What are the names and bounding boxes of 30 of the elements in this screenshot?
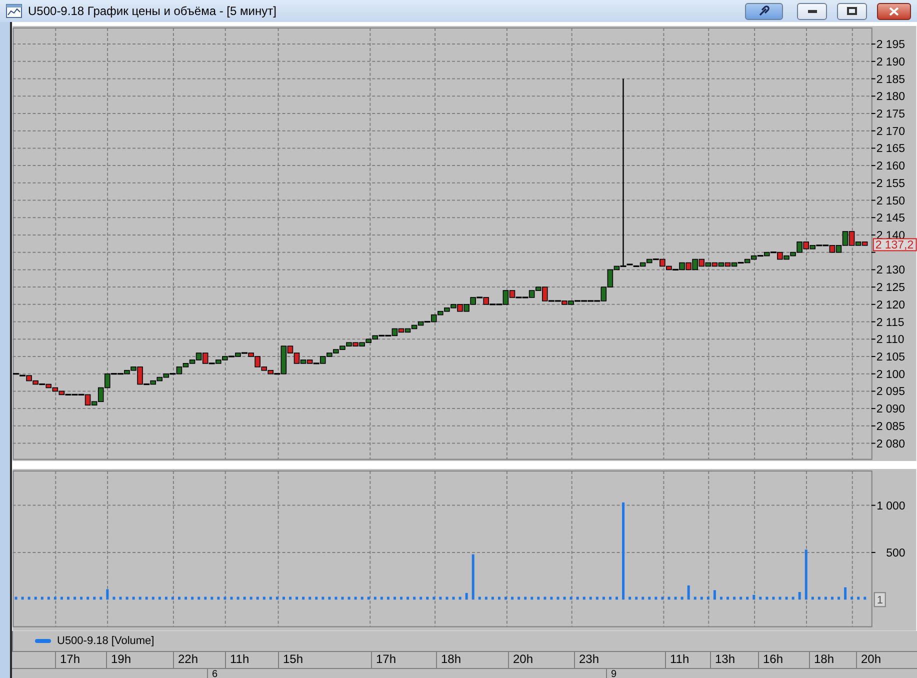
axis-label: 2 165	[876, 143, 906, 156]
axis-label: 2 150	[876, 195, 906, 208]
axis-label: 2 125	[876, 282, 906, 294]
axis-label: 2 170	[876, 126, 906, 138]
axis-label: 1 000	[876, 500, 906, 513]
axis-label: 2 120	[876, 299, 906, 312]
axis-label: 2 105	[876, 351, 906, 364]
price-marker: 2 137,2	[872, 238, 917, 252]
date-label: 9	[606, 669, 917, 678]
axis-label: 2 110	[876, 334, 904, 346]
axis-label: 2 185	[876, 74, 906, 86]
axis-label: 2 190	[876, 56, 906, 68]
axis-label: 2 095	[876, 386, 906, 398]
axis-label: 2 155	[876, 178, 906, 190]
axis-label: 2 145	[876, 212, 906, 225]
date-label: 6	[207, 669, 606, 678]
axis-label: 2 085	[876, 420, 906, 433]
axis-label: 2 160	[876, 160, 906, 173]
axis-label: 2 175	[876, 108, 906, 120]
axis-label: 2 100	[876, 368, 906, 381]
axis-label: 2 130	[876, 264, 906, 277]
window-title: U500-9.18 График цены и объёма - [5 минут]	[28, 4, 276, 18]
legend-label: U500-9.18 [Volume]	[57, 635, 154, 648]
axis-label: 500	[886, 548, 906, 560]
axis-label: 2 180	[876, 91, 906, 104]
axis-label: 2 090	[876, 404, 906, 416]
axis-label: 2 195	[876, 39, 906, 52]
axis-label: 2 080	[876, 438, 906, 450]
volume-marker: 1	[874, 592, 886, 608]
axis-label: 2 115	[876, 316, 904, 329]
